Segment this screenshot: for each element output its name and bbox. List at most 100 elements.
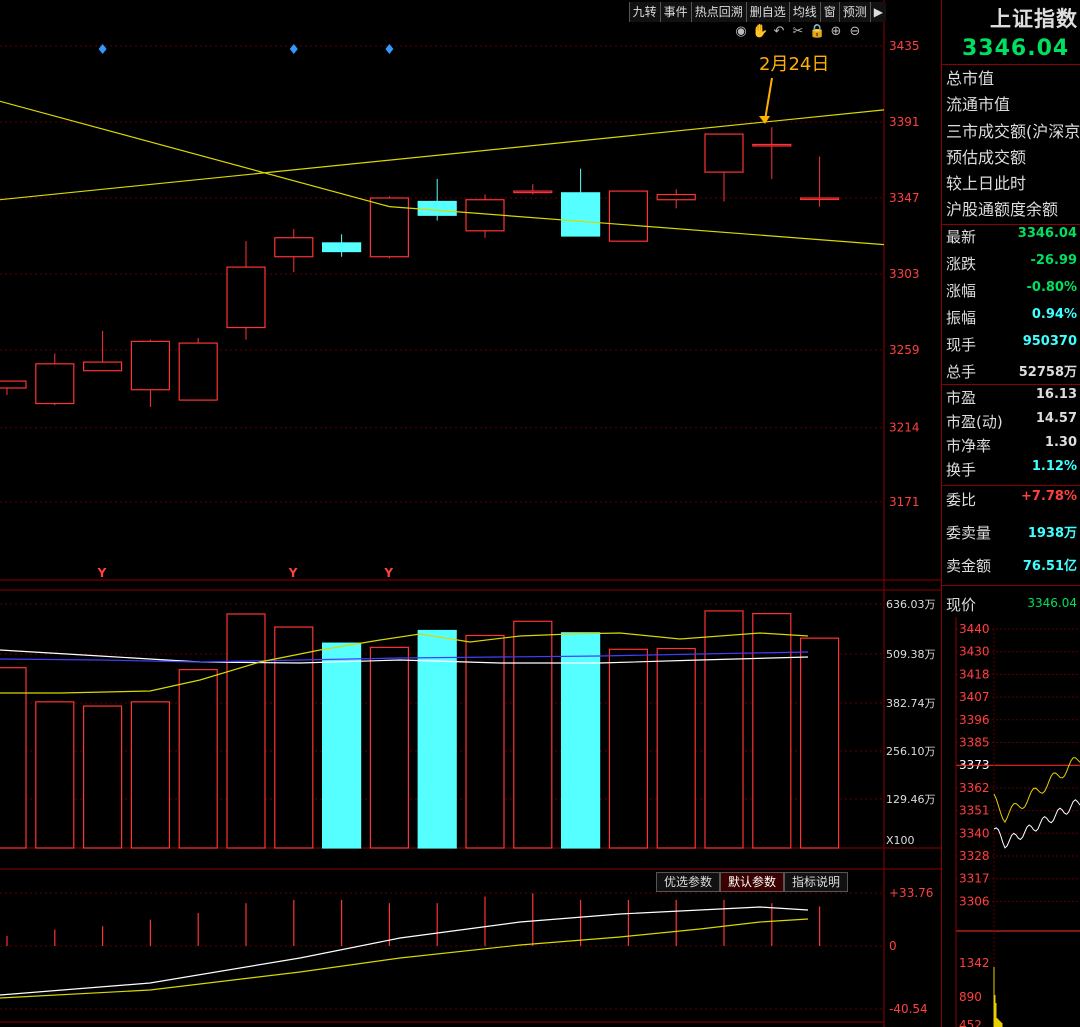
tab-default-params[interactable]: 默认参数 (720, 872, 785, 892)
toolbar-moving-average[interactable]: 均线 (788, 2, 820, 22)
mini-volume-tick: 890 (959, 990, 982, 1004)
quote-value: +7.78% (1021, 489, 1077, 504)
mini-price-tick: 3306 (959, 894, 990, 908)
volume-bar[interactable] (799, 637, 840, 849)
separator (942, 485, 1080, 486)
quote-row: 换手 1.12% (946, 459, 1077, 480)
quote-label: 总手 (946, 363, 977, 381)
market-info-row: 预估成交额 (946, 147, 1027, 167)
volume-bar[interactable] (560, 632, 601, 849)
mini-price-tick: 3440 (959, 622, 990, 636)
hand-icon[interactable]: ✋ (752, 24, 768, 40)
candle-body[interactable] (322, 242, 362, 253)
volume-bar[interactable] (82, 705, 123, 849)
signal-marker: Y (288, 566, 298, 580)
candle-body[interactable] (130, 340, 170, 391)
volume-bar[interactable] (752, 613, 792, 849)
candle-body[interactable] (35, 363, 75, 405)
volume-bar[interactable] (608, 648, 649, 849)
quote-value: 0.94% (1031, 307, 1077, 322)
candle-body[interactable] (704, 133, 744, 173)
mini-price-tick: 3340 (959, 826, 990, 840)
quote-label: 换手 (946, 461, 977, 479)
indicator-line-white (0, 906, 809, 996)
quote-value: 3346.04 (1017, 226, 1077, 241)
price-axis-label: 3435 (889, 39, 920, 53)
tab-optimized-params[interactable]: 优选参数 (656, 872, 721, 892)
quote-row: 委卖量 1938万 (946, 522, 1077, 543)
quote-value: -0.80% (1026, 280, 1078, 295)
quote-value: 1.30 (1044, 435, 1077, 450)
volume-bar[interactable] (35, 701, 75, 849)
separator (942, 585, 1080, 586)
volume-bar[interactable] (322, 642, 362, 849)
market-info-list: 总市值 流通市值 三市成交额(沪深京 预估成交额 较上日此时 沪股通额度余额 (946, 66, 1080, 224)
candle-body[interactable] (178, 342, 218, 401)
market-info-row: 较上日此时 (946, 174, 1027, 194)
mini-price-tick: 3317 (959, 872, 990, 886)
quote-row: 市盈(动) 14.57 (946, 411, 1077, 432)
date-annotation: 2月24日 (759, 54, 829, 75)
volume-bar[interactable] (656, 647, 696, 849)
volume-axis-label: 636.03万 (886, 598, 936, 611)
toolbar-expand-arrow[interactable]: ▶ (869, 2, 886, 22)
mini-average-line (993, 757, 1080, 824)
toolbar-remove-watchlist[interactable]: 删自选 (745, 2, 789, 22)
toolbar-window[interactable]: 窗 (819, 2, 839, 22)
separator (942, 224, 1080, 225)
volume-bar[interactable] (0, 667, 27, 849)
price-axis-label: 3303 (889, 267, 920, 281)
market-info-row: 沪股通额度余额 (946, 200, 1059, 220)
toolbar-hotspot-review[interactable]: 热点回溯 (690, 2, 746, 22)
volume-bar[interactable] (178, 669, 218, 849)
volume-axis-label: 129.46万 (886, 793, 936, 806)
candle-body[interactable] (226, 266, 266, 329)
price-axis-label: 3347 (889, 191, 920, 205)
intraday-mini-chart[interactable]: 3440343034183407339633853373336233513340… (942, 617, 1080, 1027)
undo-icon[interactable]: ↶ (771, 24, 787, 40)
volume-bar[interactable] (417, 629, 457, 849)
volume-bar[interactable] (369, 646, 409, 849)
zoom-in-icon[interactable]: ⊕ (828, 24, 844, 40)
top-toolbar: 九转 事件 热点回溯 删自选 均线窗预测 ▶ (628, 2, 886, 22)
candle-body[interactable] (608, 190, 649, 242)
mini-price-tick: 3385 (959, 736, 990, 750)
volume-bar[interactable] (130, 701, 170, 849)
candle-body[interactable] (274, 237, 314, 258)
zoom-out-icon[interactable]: ⊖ (847, 24, 863, 40)
toolbar-events[interactable]: 事件 (659, 2, 691, 22)
indicator-axis-label: -40.54 (889, 1002, 928, 1016)
candle-body[interactable] (513, 190, 553, 194)
lock-icon[interactable]: 🔒 (809, 24, 825, 40)
volume-bar[interactable] (465, 634, 505, 849)
volume-bar[interactable] (704, 610, 744, 849)
volume-bar[interactable] (226, 613, 266, 849)
quote-label: 最新 (946, 228, 977, 246)
candle-body[interactable] (0, 380, 27, 389)
tab-indicator-help[interactable]: 指标说明 (784, 872, 849, 892)
eye-icon[interactable]: ◉ (733, 24, 749, 40)
mini-price-tick: 3418 (959, 667, 990, 681)
candle-body[interactable] (799, 197, 840, 201)
quote-row: 委比 +7.78% (946, 489, 1077, 510)
quote-row: 振幅 0.94% (946, 307, 1077, 328)
quote-label: 市盈 (946, 389, 977, 407)
price-axis-label: 3171 (889, 495, 920, 509)
candle-body[interactable] (560, 192, 601, 237)
quote-label: 涨跌 (946, 255, 977, 273)
price-axis-label: 3214 (889, 421, 920, 435)
candle-body[interactable] (752, 143, 792, 147)
toolbar-forecast[interactable]: 预测 (838, 2, 870, 22)
mini-price-tick: 3351 (959, 804, 990, 818)
mini-price-tick: 3396 (959, 713, 990, 727)
quote-row: 最新 3346.04 (946, 226, 1077, 247)
toolbar-jiuzhuan[interactable]: 九转 (628, 2, 660, 22)
candle-body[interactable] (656, 193, 696, 201)
market-info-row: 三市成交额(沪深京 (946, 121, 1080, 141)
candle-body[interactable] (82, 361, 123, 372)
volume-bar[interactable] (513, 620, 553, 849)
candle-body[interactable] (417, 200, 457, 216)
mini-price-tick: 3407 (959, 690, 990, 704)
quote-value: 76.51亿 (1022, 559, 1077, 574)
scissors-icon[interactable]: ✂ (790, 24, 806, 40)
